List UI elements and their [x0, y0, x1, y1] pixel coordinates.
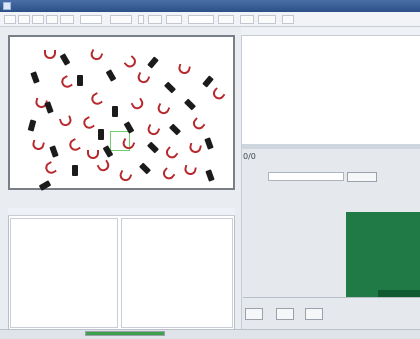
magnet-object: [81, 116, 95, 131]
magnet-object: [44, 50, 56, 59]
magnet-object: [177, 63, 191, 76]
magnet-object: [31, 139, 45, 152]
battery-object: [163, 81, 177, 94]
battery-object: [146, 141, 160, 154]
battery-object: [44, 101, 54, 114]
toolbar-item[interactable]: [240, 15, 254, 24]
preview-panel: [346, 212, 420, 298]
toolbar-item[interactable]: [4, 15, 16, 24]
toolbar-combo[interactable]: [188, 15, 214, 24]
results-table[interactable]: [241, 36, 420, 144]
battery-object: [49, 145, 59, 158]
magnet-object: [155, 102, 171, 117]
image-canvas[interactable]: [8, 35, 235, 191]
toolbar-item[interactable]: [148, 15, 162, 24]
panel-divider: [242, 144, 420, 149]
results-table-header: [241, 27, 420, 36]
battery-object: [59, 53, 71, 66]
toolbar-item[interactable]: [166, 15, 182, 24]
toolbar-item[interactable]: [32, 15, 44, 24]
divider: [243, 297, 420, 298]
battery-object: [202, 75, 214, 88]
magnet-object: [67, 138, 81, 153]
toolbar-item[interactable]: [218, 15, 234, 24]
log-list[interactable]: [10, 218, 118, 328]
log-detail[interactable]: [121, 218, 233, 328]
magnet-object: [117, 169, 133, 184]
battery-object: [138, 162, 152, 175]
toolbar-item[interactable]: [60, 15, 74, 24]
action-button[interactable]: [276, 308, 294, 320]
magnet-object: [96, 159, 112, 174]
battery-object: [168, 123, 182, 136]
magnet-object: [145, 123, 161, 138]
magnet-object: [87, 150, 99, 159]
count-display: 0/0: [243, 152, 256, 161]
battery-object: [38, 180, 52, 191]
magnet-object: [135, 71, 151, 86]
battery-object: [77, 75, 83, 86]
battery-object: [27, 119, 37, 132]
magnet-object: [88, 48, 104, 63]
status-bar: [0, 329, 420, 339]
action-button[interactable]: [305, 308, 323, 320]
toolbar-item[interactable]: [18, 15, 30, 24]
battery-object: [205, 169, 215, 182]
magnet-object: [43, 161, 57, 176]
magnet-object: [210, 87, 226, 102]
battery-object: [98, 129, 104, 140]
magnet-object: [160, 167, 176, 182]
app-icon: [3, 2, 11, 10]
log-tabs: [8, 208, 235, 216]
toolbar-item[interactable]: [138, 15, 144, 24]
progress-fill: [86, 332, 164, 335]
magnet-object: [190, 117, 206, 132]
battery-object: [183, 98, 197, 111]
battery-object: [72, 165, 78, 176]
magnet-object: [123, 55, 139, 70]
battery-object: [147, 56, 159, 69]
text-input[interactable]: [268, 172, 344, 181]
toolbar-item[interactable]: [282, 15, 294, 24]
magnet-object: [163, 146, 179, 161]
magnet-object: [58, 115, 74, 128]
battery-object: [204, 137, 214, 150]
battery-object: [105, 69, 117, 82]
magnet-object: [89, 92, 103, 107]
battery-object: [30, 71, 40, 84]
battery-object: [112, 106, 118, 117]
magnet-object: [188, 142, 202, 155]
window-title: [0, 0, 420, 12]
toolbar-item[interactable]: [110, 15, 132, 24]
action-button[interactable]: [245, 308, 263, 320]
magnet-object: [59, 75, 73, 90]
magnet-object: [130, 97, 146, 112]
toolbar-item[interactable]: [258, 15, 276, 24]
progress-bar: [85, 331, 165, 336]
toolbar: [0, 12, 420, 27]
toolbar-item[interactable]: [46, 15, 58, 24]
toolbar-combo[interactable]: [80, 15, 102, 24]
magnet-object: [183, 164, 197, 177]
apply-button[interactable]: [347, 172, 377, 182]
